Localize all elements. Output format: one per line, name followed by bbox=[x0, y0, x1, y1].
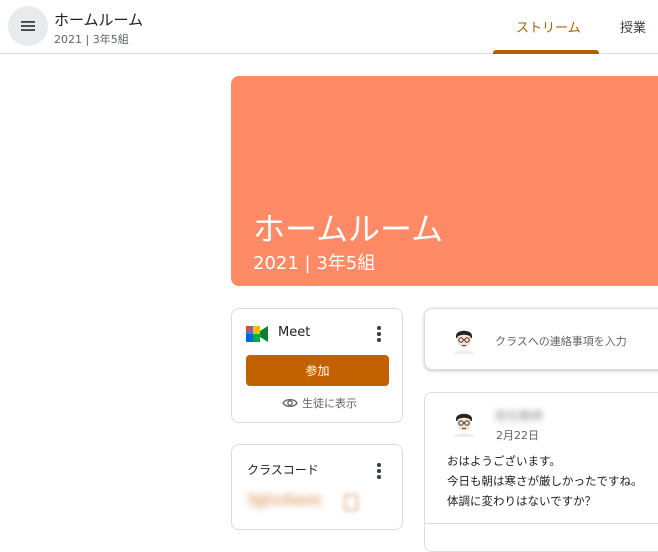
class-code-label: クラスコード bbox=[247, 463, 319, 477]
announcement-placeholder: クラスへの連絡事項を入力 bbox=[495, 335, 627, 348]
more-vert-icon[interactable] bbox=[376, 463, 382, 481]
banner-subtitle: 2021 | 3年5組 bbox=[253, 253, 376, 274]
main-menu-button[interactable] bbox=[8, 6, 48, 46]
copy-icon[interactable] bbox=[344, 494, 358, 511]
class-code-value: fgtx4wm bbox=[248, 491, 323, 509]
eye-icon bbox=[282, 398, 298, 408]
post-text-line: 体調に変わりはないですか？ bbox=[447, 494, 597, 508]
post-divider bbox=[425, 523, 658, 524]
top-app-bar: ホームルーム 2021 | 3年5組 ストリーム 授業 bbox=[0, 0, 658, 54]
more-vert-icon[interactable] bbox=[376, 326, 382, 344]
meet-join-button[interactable]: 参加 bbox=[246, 355, 389, 386]
tab-stream[interactable]: ストリーム bbox=[516, 17, 581, 36]
post-date: 2月22日 bbox=[496, 429, 539, 442]
menu-icon bbox=[21, 21, 35, 31]
active-tab-indicator bbox=[493, 50, 599, 54]
announcement-composer[interactable]: クラスへの連絡事項を入力 bbox=[424, 308, 658, 370]
post-author: 担任教師 bbox=[495, 409, 544, 423]
tab-classwork[interactable]: 授業 bbox=[620, 17, 646, 36]
meet-label: Meet bbox=[278, 325, 311, 340]
visible-to-students: 生徒に表示 bbox=[282, 395, 357, 411]
class-code-card: クラスコード fgtx4wm bbox=[231, 444, 403, 530]
stream-post: 担任教師 2月22日 おはようございます。 今日も朝は寒さが厳しかったですね。 … bbox=[424, 392, 658, 552]
class-banner: ホームルーム 2021 | 3年5組 bbox=[231, 76, 658, 286]
meet-card: Meet 参加 生徒に表示 bbox=[231, 308, 403, 423]
post-text-line: おはようございます。 bbox=[447, 454, 561, 468]
banner-title: ホームルーム bbox=[253, 210, 444, 248]
user-avatar-icon bbox=[449, 324, 479, 354]
visibility-label: 生徒に表示 bbox=[302, 397, 357, 410]
user-avatar-icon bbox=[449, 407, 479, 437]
google-meet-icon bbox=[246, 326, 268, 342]
post-text-line: 今日も朝は寒さが厳しかったですね。 bbox=[447, 474, 643, 488]
class-section: 2021 | 3年5組 bbox=[54, 33, 129, 46]
class-title[interactable]: ホームルーム bbox=[54, 9, 143, 30]
